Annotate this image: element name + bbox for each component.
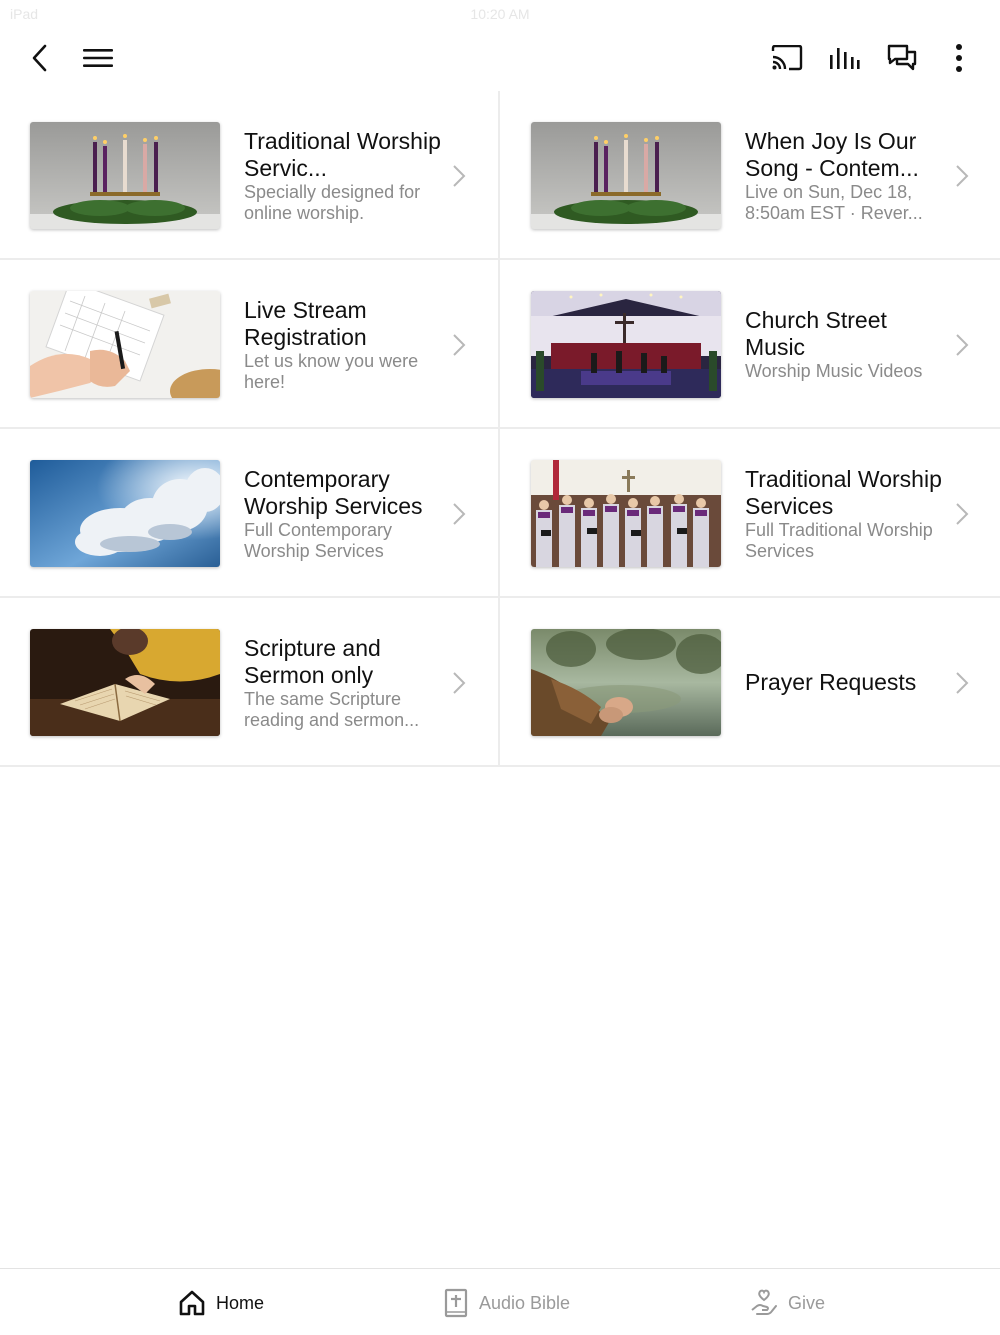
tile-title: Prayer Requests [745, 669, 917, 695]
chevron-right-icon [956, 334, 969, 356]
tile-subtitle: Specially designed for online worship. [244, 181, 421, 223]
tile-text: Scripture and Sermon only The same Scrip… [244, 598, 444, 767]
tile-when-joy-is-our-song[interactable]: When Joy Is Our Song - Contem... Live on… [500, 91, 1000, 260]
tab-give-label: Give [788, 1292, 826, 1313]
chevron-right-icon [453, 503, 466, 525]
chevron-right-icon [956, 165, 969, 187]
hands-calendar-thumbnail [30, 291, 220, 398]
tab-give[interactable]: Give [750, 1283, 825, 1323]
tab-home-label: Home [216, 1292, 265, 1313]
tab-home[interactable]: Home [178, 1283, 264, 1323]
tile-text: Church Street Music Worship Music Videos [745, 260, 945, 429]
audio-bars-icon [830, 48, 860, 69]
tab-audio-bible[interactable]: Audio Bible [443, 1283, 570, 1323]
tile-contemporary-worship-services[interactable]: Contemporary Worship Services Full Conte… [0, 429, 500, 598]
sky-clouds-thumbnail [30, 460, 220, 567]
bible-icon [444, 1288, 468, 1318]
tile-live-stream-registration[interactable]: Live Stream Registration Let us know you… [0, 260, 500, 429]
give-hand-heart-icon [751, 1289, 777, 1315]
open-bible-thumbnail [30, 629, 220, 736]
cast-button[interactable] [765, 36, 809, 80]
back-icon [32, 44, 47, 72]
chevron-right-icon [956, 503, 969, 525]
content-grid: Traditional Worship Servic... Specially … [0, 91, 1000, 767]
cast-icon [771, 45, 803, 71]
tile-subtitle: Let us know you were here! [244, 350, 419, 392]
home-icon [179, 1290, 205, 1316]
tile-text: When Joy Is Our Song - Contem... Live on… [745, 91, 945, 260]
choir-thumbnail [531, 460, 721, 567]
chevron-right-icon [453, 165, 466, 187]
tile-title: Live Stream Registration [244, 296, 367, 350]
tile-subtitle: Worship Music Videos [745, 361, 923, 381]
menu-button[interactable] [76, 36, 120, 80]
more-button[interactable] [937, 36, 981, 80]
tab-audio-bible-label: Audio Bible [479, 1292, 571, 1313]
menu-icon [83, 49, 113, 67]
tile-text: Live Stream Registration Let us know you… [244, 260, 444, 429]
tile-text: Traditional Worship Servic... Specially … [244, 91, 444, 260]
tile-scripture-and-sermon-only[interactable]: Scripture and Sermon only The same Scrip… [0, 598, 500, 767]
bottom-tab-bar: Home Audio Bible Give [0, 1268, 1000, 1335]
church-stage-thumbnail [531, 291, 721, 398]
tile-title: Scripture and Sermon only [244, 634, 381, 688]
tile-subtitle: Live on Sun, Dec 18, 8:50am EST · Rever.… [745, 181, 923, 223]
tile-title: When Joy Is Our Song - Contem... [745, 127, 919, 181]
praying-hands-thumbnail [531, 629, 721, 736]
tile-title: Traditional Worship Services [745, 465, 942, 519]
tile-church-street-music[interactable]: Church Street Music Worship Music Videos [500, 260, 1000, 429]
more-vertical-icon [956, 44, 962, 72]
tile-subtitle: Full Contemporary Worship Services [244, 519, 393, 561]
chat-icon [887, 44, 917, 71]
tile-text: Contemporary Worship Services Full Conte… [244, 429, 444, 598]
tile-traditional-worship-service[interactable]: Traditional Worship Servic... Specially … [0, 91, 500, 260]
tile-traditional-worship-services[interactable]: Traditional Worship Services Full Tradit… [500, 429, 1000, 598]
tile-title: Contemporary Worship Services [244, 465, 423, 519]
chevron-right-icon [453, 334, 466, 356]
tile-subtitle: The same Scripture reading and sermon... [244, 688, 420, 730]
advent-candles-thumbnail [531, 122, 721, 229]
status-time: 10:20 AM [470, 6, 530, 22]
chat-button[interactable] [880, 36, 924, 80]
status-bar: iPad 10:20 AM [0, 0, 1000, 28]
top-bar [0, 28, 1000, 90]
chevron-right-icon [956, 672, 969, 694]
tile-text: Prayer Requests [745, 598, 945, 767]
audio-button[interactable] [822, 36, 866, 80]
tile-subtitle: Full Traditional Worship Services [745, 519, 933, 561]
tile-prayer-requests[interactable]: Prayer Requests [500, 598, 1000, 767]
tile-title: Church Street Music [745, 307, 887, 360]
advent-candles-thumbnail [30, 122, 220, 229]
tile-title: Traditional Worship Servic... [244, 127, 441, 181]
chevron-right-icon [453, 672, 466, 694]
tile-text: Traditional Worship Services Full Tradit… [745, 429, 945, 598]
back-button[interactable] [18, 36, 62, 80]
